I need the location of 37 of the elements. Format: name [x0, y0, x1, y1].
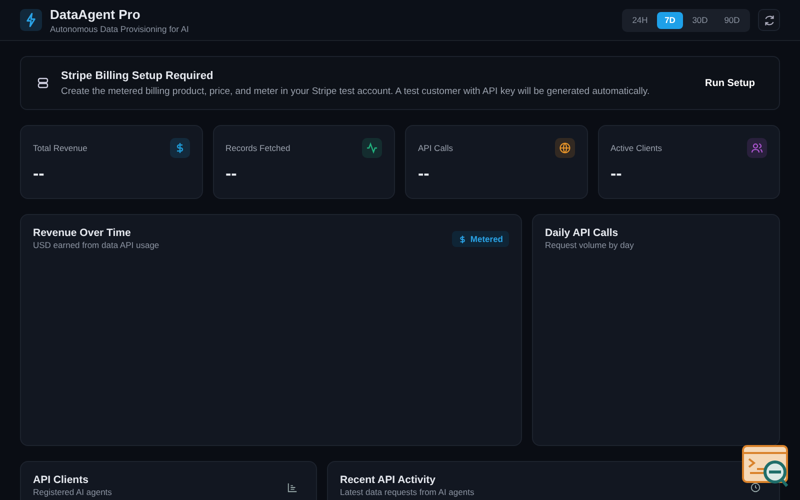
- stat-value: --: [33, 164, 46, 184]
- dollar-icon: [458, 234, 468, 244]
- panel-subtitle: Registered AI agents: [33, 487, 112, 497]
- stat-label: API Calls: [418, 143, 453, 153]
- chart-subtitle: USD earned from data API usage: [33, 240, 160, 250]
- panel-title: Recent API Activity: [340, 474, 436, 486]
- clock-icon: [750, 482, 761, 493]
- panel-title: API Clients: [33, 474, 90, 486]
- range-tab[interactable]: 30D: [685, 12, 715, 28]
- metered-badge: Metered: [452, 231, 509, 247]
- stat-label: Active Clients: [610, 143, 662, 153]
- refresh-icon: [762, 14, 776, 26]
- terminal-search-icon: [742, 445, 790, 489]
- stat-value: --: [226, 164, 238, 184]
- refresh-button[interactable]: [758, 9, 780, 31]
- range-tab[interactable]: 90D: [717, 12, 747, 28]
- chart-subtitle: Request volume by day: [545, 240, 634, 250]
- pulse-icon: [366, 142, 378, 154]
- banner-text: Create the metered billing product, price, and meter in your Stripe test account. A test customer with API key will be generated automatically.: [61, 86, 651, 96]
- panel-subtitle: Latest data requests from AI agents: [340, 487, 474, 497]
- app-subtitle: Autonomous Data Provisioning for AI: [50, 24, 189, 34]
- banner-title: Stripe Billing Setup Required: [61, 70, 214, 82]
- database-icon: [37, 77, 49, 89]
- bar-chart-icon: [287, 482, 298, 493]
- range-tab[interactable]: 7D: [657, 12, 683, 28]
- range-tab[interactable]: 24H: [625, 12, 655, 28]
- chart-title: Revenue Over Time: [33, 227, 132, 239]
- stat-label: Total Revenue: [33, 143, 88, 153]
- app-title: DataAgent Pro: [50, 6, 142, 22]
- stat-value: --: [418, 164, 430, 184]
- run-setup-button[interactable]: Run Setup: [701, 72, 759, 94]
- lightning-logo-icon: [20, 9, 42, 31]
- globe-icon: [558, 142, 570, 154]
- stat-label: Records Fetched: [226, 143, 290, 153]
- chart-title: Daily API Calls: [545, 227, 620, 239]
- stat-value: --: [610, 164, 623, 184]
- users-icon: [751, 142, 763, 154]
